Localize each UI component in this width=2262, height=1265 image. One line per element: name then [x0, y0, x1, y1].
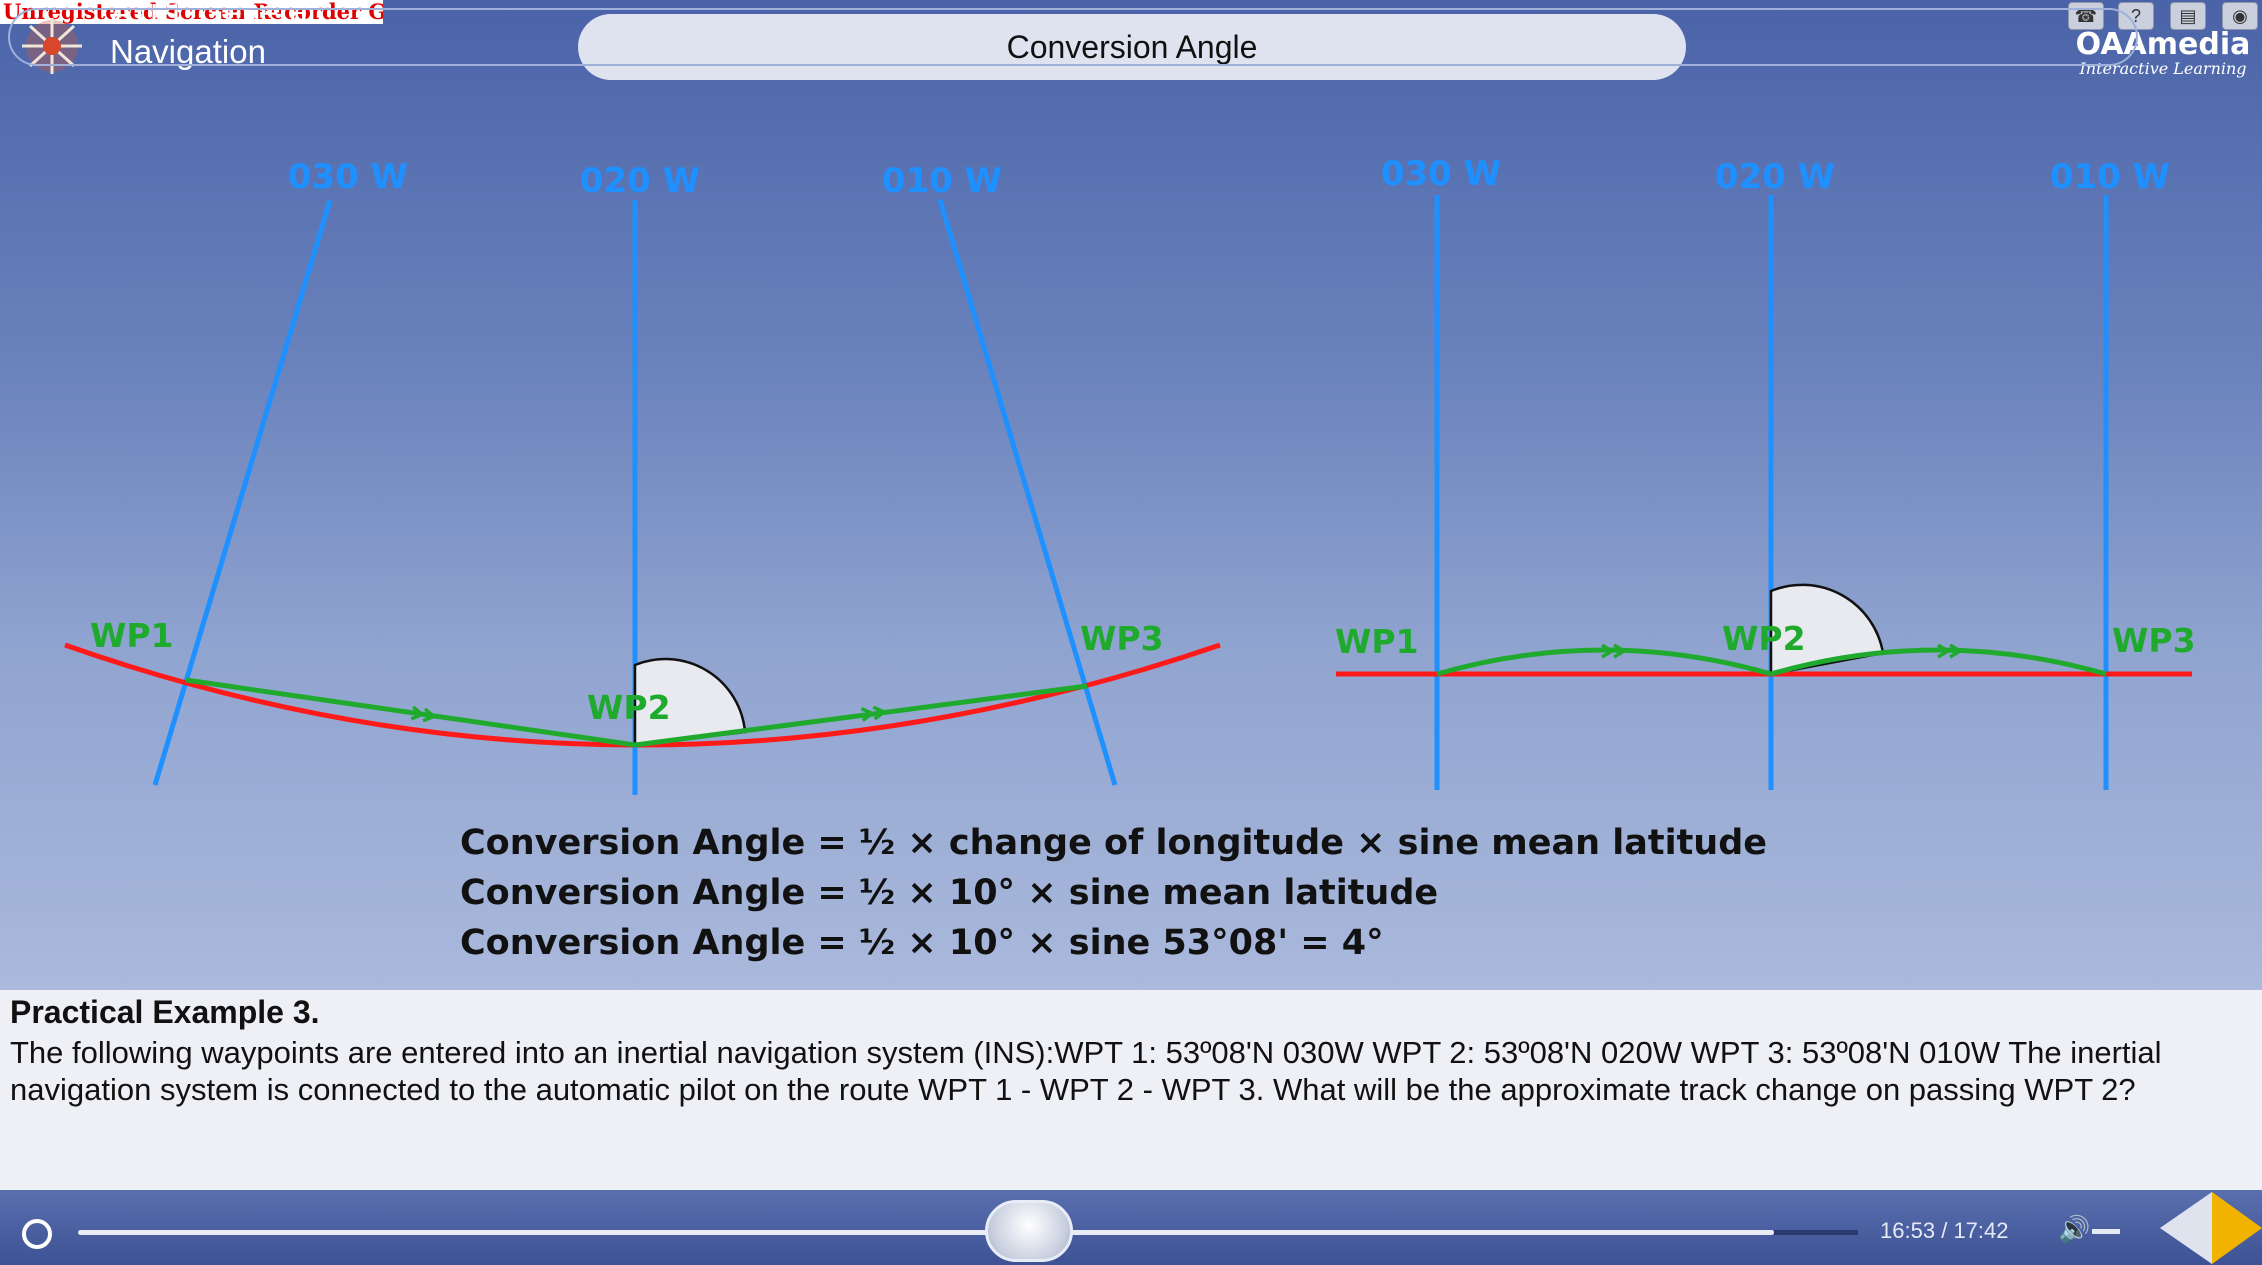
eye-icon[interactable]: ◉ [2222, 2, 2258, 30]
left-meridian-label-010: 010 W [882, 161, 1002, 201]
previous-arrow-icon[interactable] [2160, 1192, 2212, 1264]
book-icon[interactable]: ▤ [2170, 2, 2206, 30]
next-arrow-icon[interactable] [2212, 1192, 2262, 1264]
volume-icon[interactable]: 🔊 [2058, 1214, 2090, 1245]
right-waypoint-label-3: WP3 [2112, 621, 2196, 660]
progress-bar[interactable] [78, 1230, 1774, 1235]
left-meridian-label-030: 030 W [288, 157, 408, 197]
right-great-circle-track-1 [1436, 647, 1772, 677]
formula-line-2: Conversion Angle = ½ × 10° × sine mean l… [460, 873, 1439, 913]
formula-block: Conversion Angle = ½ × change of longitu… [460, 818, 1767, 968]
conversion-angle-diagram: 030 W 020 W 010 W WP1 WP2 WP3 030 W 020 … [64, 154, 2196, 795]
left-waypoint-label-2: WP2 [587, 688, 671, 727]
center-play-knob[interactable] [985, 1200, 1073, 1262]
left-meridian-label-020: 020 W [580, 161, 700, 201]
elapsed-time: 16:53 [1880, 1218, 1936, 1243]
left-diagram: 030 W 020 W 010 W WP1 WP2 WP3 [64, 157, 1221, 795]
right-waypoint-label-1: WP1 [1335, 622, 1419, 661]
total-time: 17:42 [1953, 1218, 2009, 1243]
lesson-window: Unregistered Screen Recorder Gold ATPL G… [0, 0, 2262, 1265]
question-body: The following waypoints are entered into… [10, 1035, 2162, 1107]
right-diagram: 030 W 020 W 010 W WP1 WP2 WP3 [1335, 154, 2196, 790]
right-waypoint-label-2: WP2 [1722, 619, 1806, 658]
right-meridian-label-020: 020 W [1715, 157, 1835, 197]
formula-line-1: Conversion Angle = ½ × change of longitu… [460, 823, 1768, 863]
replay-button[interactable] [22, 1219, 52, 1249]
question-panel: Practical Example 3. The following waypo… [0, 990, 2262, 1190]
player-frame [8, 8, 2138, 66]
question-heading: Practical Example 3. [10, 994, 320, 1030]
left-waypoint-label-3: WP3 [1080, 619, 1164, 658]
volume-slider[interactable] [2092, 1229, 2120, 1234]
time-display: 16:53 / 17:42 [1880, 1218, 2009, 1244]
left-waypoint-label-1: WP1 [90, 616, 174, 655]
time-separator: / [1941, 1218, 1948, 1243]
left-meridian-010 [937, 199, 1118, 786]
right-meridian-label-030: 030 W [1381, 154, 1501, 194]
formula-line-3: Conversion Angle = ½ × 10° × sine 53°08'… [460, 923, 1384, 963]
progress-remaining [1774, 1230, 1858, 1235]
right-meridian-label-010: 010 W [2050, 157, 2170, 197]
